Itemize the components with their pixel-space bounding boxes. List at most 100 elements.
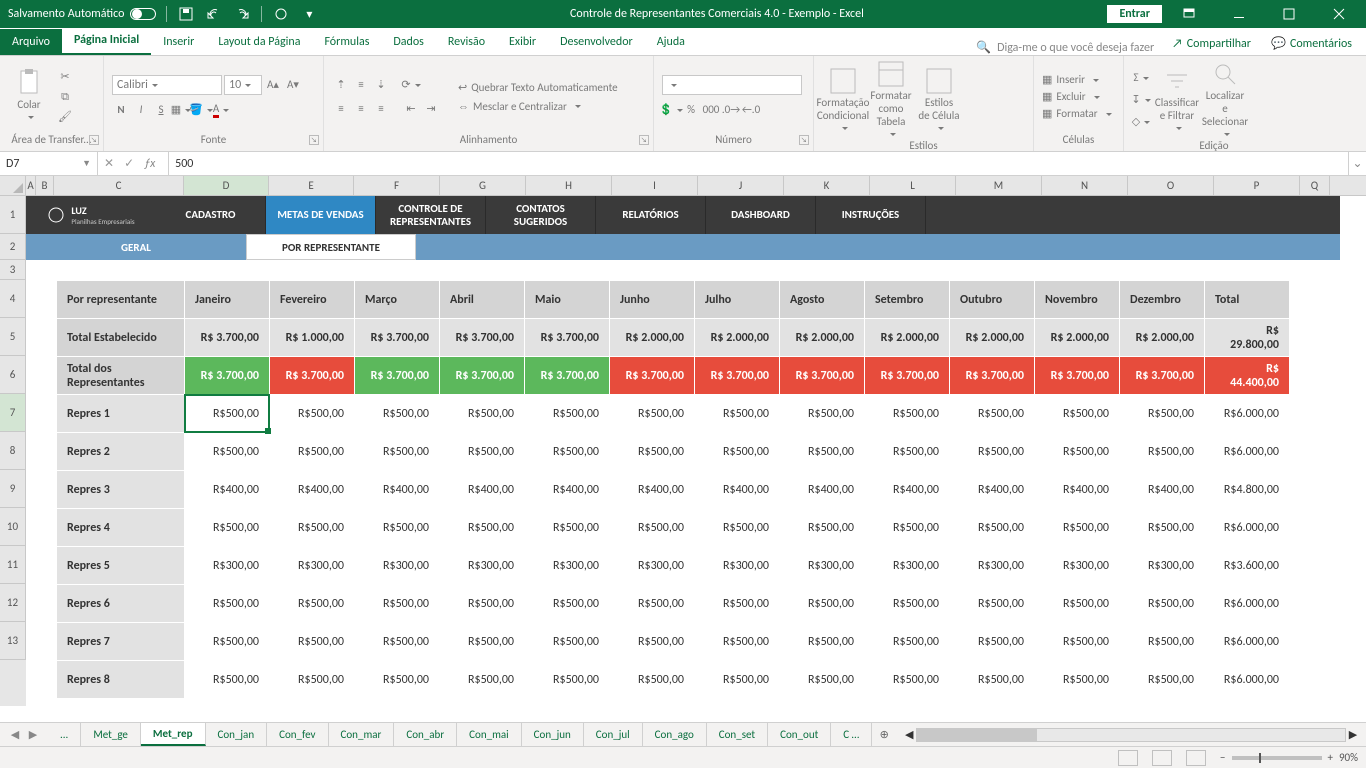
col-header-A[interactable]: A — [26, 176, 36, 195]
row-header-7[interactable]: 7 — [0, 394, 26, 432]
table-cell[interactable]: R$500,00 — [1120, 395, 1205, 433]
font-name-select[interactable]: Calibri — [112, 75, 222, 95]
table-cell[interactable]: R$ 3.700,00 — [355, 357, 440, 395]
table-cell[interactable]: R$500,00 — [695, 395, 780, 433]
table-cell[interactable]: R$ 3.700,00 — [610, 357, 695, 395]
nav-dashboard[interactable]: DASHBOARD — [706, 196, 816, 234]
table-cell[interactable]: R$500,00 — [1035, 661, 1120, 699]
touch-mode-icon[interactable] — [272, 5, 290, 23]
row-header-9[interactable]: 9 — [0, 470, 26, 508]
row-header-13[interactable]: 13 — [0, 622, 26, 660]
align-right-icon[interactable]: ≡ — [372, 100, 390, 118]
col-header-J[interactable]: J — [698, 176, 784, 195]
table-cell[interactable]: R$ 2.000,00 — [865, 319, 950, 357]
col-header-I[interactable]: I — [612, 176, 698, 195]
font-size-select[interactable]: 10 — [224, 75, 262, 95]
table-cell[interactable]: R$400,00 — [440, 471, 525, 509]
align-left-icon[interactable]: ≡ — [332, 100, 350, 118]
expand-formula-bar-icon[interactable]: ⌄ — [1348, 152, 1366, 175]
accounting-format-icon[interactable]: 💲 — [662, 101, 680, 119]
table-cell[interactable]: R$6.000,00 — [1205, 433, 1290, 471]
table-cell[interactable]: R$ 2.000,00 — [695, 319, 780, 357]
table-cell[interactable]: R$ 3.700,00 — [185, 319, 270, 357]
percent-icon[interactable]: % — [682, 101, 700, 119]
grow-font-icon[interactable]: A▴ — [264, 76, 282, 94]
tab-fórmulas[interactable]: Fórmulas — [312, 29, 381, 55]
nav-metas-de-vendas[interactable]: METAS DE VENDAS — [266, 196, 376, 234]
decrease-indent-icon[interactable]: ⇤ — [402, 100, 420, 118]
table-cell[interactable]: R$500,00 — [780, 395, 865, 433]
table-cell[interactable]: R$500,00 — [185, 433, 270, 471]
scroll-left-icon[interactable]: ◀ — [902, 728, 916, 741]
table-cell[interactable]: R$500,00 — [610, 433, 695, 471]
table-cell[interactable]: R$ 2.000,00 — [1120, 319, 1205, 357]
table-cell[interactable]: R$500,00 — [695, 433, 780, 471]
table-cell[interactable]: R$500,00 — [695, 509, 780, 547]
col-header-G[interactable]: G — [440, 176, 526, 195]
table-cell[interactable]: R$500,00 — [950, 623, 1035, 661]
table-cell[interactable]: R$ 3.700,00 — [270, 357, 355, 395]
table-cell[interactable]: R$3.600,00 — [1205, 547, 1290, 585]
table-cell[interactable]: R$ 29.800,00 — [1205, 319, 1290, 357]
table-cell[interactable]: R$6.000,00 — [1205, 661, 1290, 699]
table-cell[interactable]: R$ 1.000,00 — [270, 319, 355, 357]
table-cell[interactable]: R$500,00 — [185, 661, 270, 699]
table-cell[interactable]: R$500,00 — [950, 661, 1035, 699]
table-cell[interactable]: R$500,00 — [440, 395, 525, 433]
table-cell[interactable]: R$500,00 — [1035, 395, 1120, 433]
table-cell[interactable]: R$500,00 — [270, 433, 355, 471]
tab-dados[interactable]: Dados — [381, 29, 435, 55]
table-cell[interactable]: R$300,00 — [440, 547, 525, 585]
table-cell[interactable]: R$400,00 — [865, 471, 950, 509]
sheet-nav-next-icon[interactable]: ▶ — [26, 728, 40, 741]
tab-ajuda[interactable]: Ajuda — [645, 29, 697, 55]
copy-icon[interactable]: ⧉ — [56, 88, 74, 106]
table-cell[interactable]: R$ 3.700,00 — [1120, 357, 1205, 395]
row-header-6[interactable]: 6 — [0, 356, 26, 394]
col-header-F[interactable]: F — [354, 176, 440, 195]
horizontal-scrollbar[interactable]: ◀ ▶ — [896, 728, 1366, 742]
table-cell[interactable]: R$300,00 — [355, 547, 440, 585]
shrink-font-icon[interactable]: A▾ — [284, 76, 302, 94]
table-cell[interactable]: R$500,00 — [865, 395, 950, 433]
table-cell[interactable]: R$ 2.000,00 — [610, 319, 695, 357]
sheet-tab-con_set[interactable]: Con_set — [707, 723, 768, 746]
sheet-tab-c …[interactable]: C … — [831, 723, 872, 746]
col-header-N[interactable]: N — [1042, 176, 1128, 195]
sheet-tab-con_mai[interactable]: Con_mai — [457, 723, 522, 746]
table-cell[interactable]: R$500,00 — [525, 433, 610, 471]
nav-cadastro[interactable]: CADASTRO — [156, 196, 266, 234]
table-cell[interactable]: R$500,00 — [695, 661, 780, 699]
table-cell[interactable]: R$300,00 — [525, 547, 610, 585]
find-select-button[interactable]: Localizar e Selecionar — [1204, 60, 1246, 139]
nav-instruções[interactable]: INSTRUÇÕES — [816, 196, 926, 234]
table-cell[interactable]: R$500,00 — [440, 509, 525, 547]
scroll-thumb[interactable] — [917, 729, 1037, 741]
maximize-button[interactable] — [1266, 0, 1312, 28]
table-cell[interactable]: R$300,00 — [950, 547, 1035, 585]
table-cell[interactable]: R$400,00 — [1120, 471, 1205, 509]
table-cell[interactable]: R$500,00 — [355, 623, 440, 661]
table-cell[interactable]: R$300,00 — [610, 547, 695, 585]
select-all-button[interactable] — [0, 176, 26, 195]
table-cell[interactable]: R$500,00 — [780, 623, 865, 661]
table-cell[interactable]: R$500,00 — [525, 585, 610, 623]
table-cell[interactable]: R$6.000,00 — [1205, 509, 1290, 547]
nav-relatórios[interactable]: RELATÓRIOS — [596, 196, 706, 234]
table-cell[interactable]: R$500,00 — [1035, 623, 1120, 661]
table-cell[interactable]: R$500,00 — [355, 661, 440, 699]
comments-button[interactable]: 💬Comentários — [1261, 32, 1362, 55]
sheet-tab-con_mar[interactable]: Con_mar — [329, 723, 395, 746]
cut-icon[interactable]: ✂ — [56, 68, 74, 86]
subtab-por-representante[interactable]: POR REPRESENTANTE — [246, 234, 416, 260]
row-header-10[interactable]: 10 — [0, 508, 26, 546]
table-cell[interactable]: R$ 3.700,00 — [355, 319, 440, 357]
table-cell[interactable]: R$ 3.700,00 — [525, 319, 610, 357]
comma-style-icon[interactable]: 000 — [702, 101, 720, 119]
col-header-C[interactable]: C — [54, 176, 184, 195]
sheet-tab-con_jul[interactable]: Con_jul — [584, 723, 643, 746]
italic-button[interactable]: I — [132, 101, 150, 119]
increase-indent-icon[interactable]: ⇥ — [422, 100, 440, 118]
cell-styles-button[interactable]: Estilos de Célula — [918, 67, 960, 133]
sheet-tab-more[interactable]: ... — [48, 723, 81, 746]
